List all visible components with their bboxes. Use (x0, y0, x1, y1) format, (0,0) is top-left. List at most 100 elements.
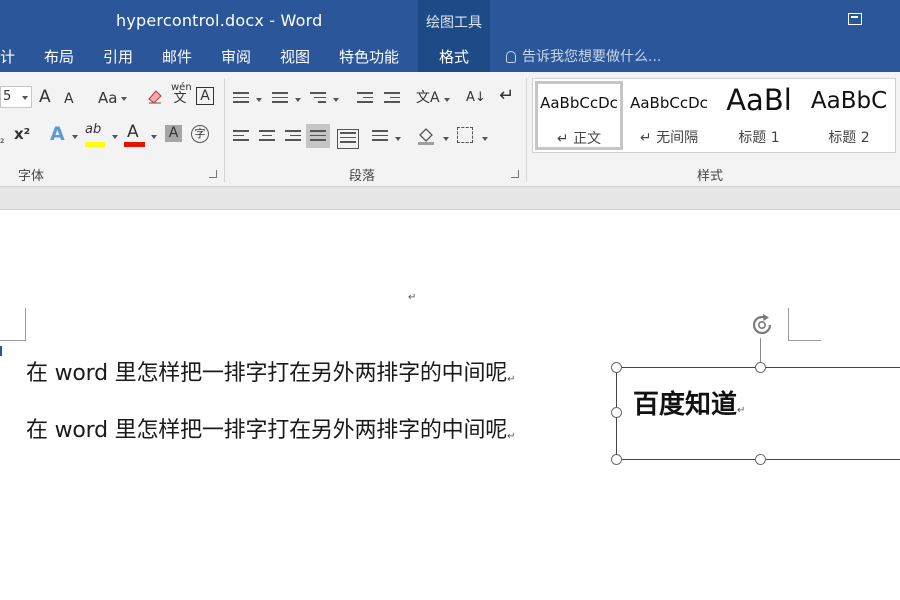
sort-button[interactable]: A↓ (466, 88, 486, 108)
font-dialog-launcher-icon[interactable] (209, 170, 217, 178)
style-heading-2-name: 标题 2 (828, 130, 870, 146)
text-box[interactable]: 百度知道↵ (616, 367, 900, 460)
drawing-tools-label: 绘图工具 (426, 15, 482, 31)
increase-indent-icon[interactable] (384, 92, 400, 106)
resize-handle-top-left[interactable] (611, 362, 622, 373)
shading-dropdown-icon[interactable] (443, 137, 449, 141)
body-line-1[interactable]: 在 word 里怎样把一排字打在另外两排字的中间呢↵ (26, 355, 515, 387)
tab-special-features[interactable]: 特色功能 (339, 46, 399, 67)
highlight-dropdown-icon[interactable] (112, 135, 118, 139)
lightbulb-icon (506, 51, 516, 63)
enclose-characters-button[interactable]: 字 (191, 125, 209, 143)
margin-corner-mark (788, 308, 821, 341)
body-line-1-text: 在 word 里怎样把一排字打在另外两排字的中间呢 (26, 361, 508, 386)
resize-handle-bottom-center[interactable] (755, 454, 766, 465)
numbering-dropdown-icon[interactable] (295, 98, 301, 102)
styles-group-label: 样式 (697, 169, 724, 184)
subscript-button[interactable]: ₂ (0, 130, 4, 150)
bullets-dropdown-icon[interactable] (256, 98, 262, 102)
style-heading-2[interactable]: AaBbC 标题 2 (805, 81, 893, 147)
shrink-font-button[interactable]: A (64, 89, 74, 109)
font-color-button[interactable]: A (127, 122, 139, 142)
highlight-button[interactable]: ab (85, 120, 101, 140)
styles-gallery: AaBbCcDc ↵ 正文 AaBbCcDc ↵ 无间隔 AaBl 标题 1 A… (532, 78, 896, 153)
text-box-text: 百度知道 (633, 390, 738, 420)
decrease-indent-icon[interactable] (357, 92, 373, 106)
rotate-handle-icon[interactable] (748, 311, 776, 339)
numbering-icon[interactable] (272, 92, 288, 106)
tab-view[interactable]: 视图 (280, 46, 310, 67)
paragraph-mark: ↵ (737, 405, 746, 416)
distributed-icon[interactable] (337, 129, 359, 149)
line-spacing-dropdown-icon[interactable] (395, 137, 401, 141)
style-no-spacing-name: ↵ 无间隔 (639, 130, 699, 146)
multilevel-list-icon[interactable] (310, 92, 326, 106)
borders-icon[interactable] (457, 127, 473, 143)
superscript-button[interactable]: x² (14, 124, 30, 144)
tab-references[interactable]: 引用 (103, 46, 133, 67)
character-border-button[interactable]: A (196, 87, 214, 105)
style-heading-2-sample: AaBbC (810, 88, 888, 114)
bullets-icon[interactable] (233, 92, 249, 106)
font-group-label: 字体 (18, 169, 45, 184)
resize-handle-bottom-left[interactable] (611, 454, 622, 465)
text-cursor-mark (0, 346, 5, 356)
style-normal-name: ↵ 正文 (556, 131, 602, 147)
show-paragraph-marks-icon[interactable]: ↵ (499, 86, 514, 106)
phonetic-guide-bottom: 文 (173, 91, 187, 106)
margin-corner-mark (0, 308, 26, 341)
style-normal-sample: AaBbCcDc (540, 94, 618, 112)
style-no-spacing[interactable]: AaBbCcDc ↵ 无间隔 (625, 81, 713, 147)
justify-button[interactable] (306, 124, 330, 148)
chinese-layout-dropdown-icon[interactable] (444, 98, 450, 102)
text-effects-button[interactable]: A (50, 124, 65, 144)
style-normal[interactable]: AaBbCcDc ↵ 正文 (535, 81, 623, 150)
group-separator (224, 78, 225, 182)
tab-review[interactable]: 审阅 (221, 46, 251, 67)
empty-paragraph-mark: ↵ (408, 292, 417, 303)
style-heading-1[interactable]: AaBl 标题 1 (715, 81, 803, 147)
justify-icon (310, 130, 326, 144)
tab-format[interactable]: 格式 (418, 46, 490, 67)
window-title: hypercontrol.docx - Word (116, 11, 323, 30)
style-heading-1-name: 标题 1 (738, 130, 780, 146)
paragraph-mark: ↵ (507, 431, 516, 442)
highlight-color-swatch (85, 142, 105, 147)
tab-mailings[interactable]: 邮件 (162, 46, 192, 67)
clear-formatting-icon[interactable] (146, 87, 164, 105)
style-heading-1-sample: AaBl (726, 83, 792, 117)
body-line-2-text: 在 word 里怎样把一排字打在另外两排字的中间呢 (26, 418, 508, 443)
body-line-2[interactable]: 在 word 里怎样把一排字打在另外两排字的中间呢↵ (26, 412, 515, 444)
style-no-spacing-sample: AaBbCcDc (630, 94, 708, 112)
align-right-icon[interactable] (285, 130, 301, 144)
align-left-icon[interactable] (233, 130, 249, 144)
restore-icon[interactable] (848, 13, 862, 25)
tell-me-placeholder: 告诉我您想要做什么... (522, 49, 662, 65)
paragraph-dialog-launcher-icon[interactable] (511, 170, 519, 178)
title-bar: hypercontrol.docx - Word 绘图工具 计 布局 引用 邮件… (0, 0, 900, 72)
tab-design[interactable]: 计 (0, 46, 15, 67)
resize-handle-top-center[interactable] (755, 362, 766, 373)
align-center-icon[interactable] (259, 130, 275, 144)
change-case-button[interactable]: Aa (98, 88, 117, 108)
font-color-dropdown-icon[interactable] (151, 135, 157, 139)
resize-handle-middle-left[interactable] (611, 407, 622, 418)
tell-me-box[interactable]: 告诉我您想要做什么... (506, 46, 661, 66)
chinese-layout-button[interactable]: 文A (416, 88, 440, 108)
rotate-connector (760, 338, 761, 362)
font-size-dropdown-icon[interactable] (22, 96, 28, 100)
text-box-content[interactable]: 百度知道↵ (633, 384, 745, 421)
borders-dropdown-icon[interactable] (482, 137, 488, 141)
change-case-dropdown-icon[interactable] (121, 97, 127, 101)
character-shading-button[interactable]: A (165, 125, 182, 142)
line-spacing-icon[interactable] (372, 130, 388, 144)
grow-font-button[interactable]: A (39, 87, 51, 107)
shading-icon[interactable] (416, 125, 436, 145)
text-effects-dropdown-icon[interactable] (72, 135, 78, 139)
phonetic-guide-button[interactable]: wén 文 (171, 82, 192, 106)
multilevel-list-dropdown-icon[interactable] (333, 98, 339, 102)
group-separator (526, 78, 527, 182)
document-page[interactable]: ↵ 在 word 里怎样把一排字打在另外两排字的中间呢↵ 在 word 里怎样把… (0, 210, 900, 600)
font-color-swatch (124, 142, 145, 147)
tab-layout[interactable]: 布局 (44, 46, 74, 67)
